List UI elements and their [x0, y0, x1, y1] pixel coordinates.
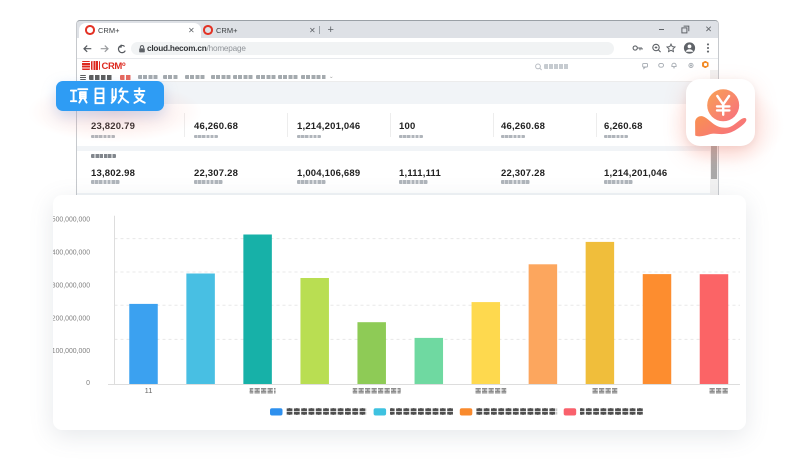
svg-text:0: 0 — [86, 380, 90, 387]
svg-text:500,000,000: 500,000,000 — [53, 217, 90, 224]
svg-text:400,000,000: 400,000,000 — [53, 250, 90, 257]
svg-text:300,000,000: 300,000,000 — [53, 283, 90, 290]
svg-text:100,000,000: 100,000,000 — [53, 348, 90, 355]
svg-text:200,000,000: 200,000,000 — [53, 316, 90, 323]
svg-text:11: 11 — [145, 386, 153, 395]
